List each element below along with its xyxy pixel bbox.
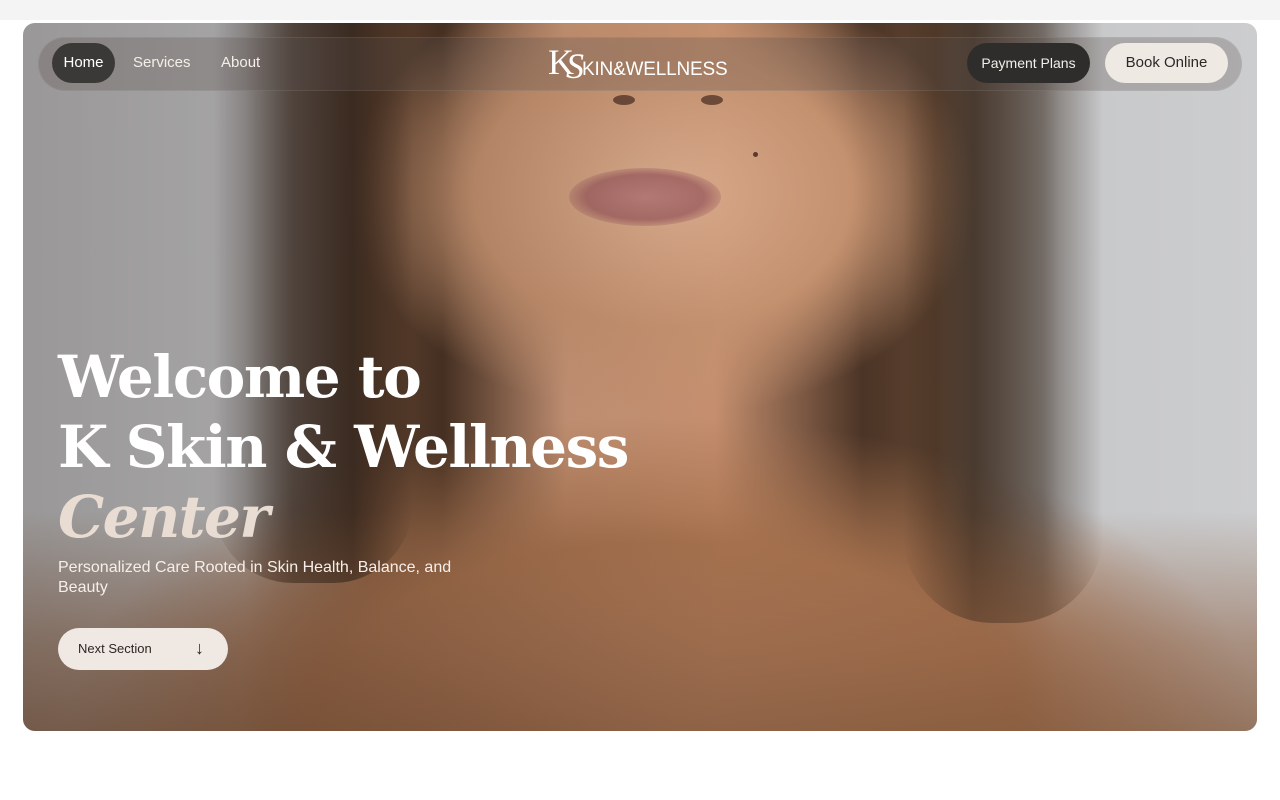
logo-monogram-s: S bbox=[566, 46, 584, 86]
nav-about-link[interactable]: About bbox=[221, 43, 260, 83]
hero-headline-accent: Center bbox=[58, 483, 270, 551]
arrow-down-icon: ↓ bbox=[195, 638, 204, 658]
nav-home-link[interactable]: Home bbox=[52, 43, 115, 83]
hero-headline-line: Welcome to bbox=[58, 343, 422, 411]
next-section-button[interactable]: Next Section ↓ bbox=[58, 628, 228, 670]
site-logo[interactable]: KS KIN&WELLNESS bbox=[548, 42, 738, 86]
logo-monogram: KS bbox=[548, 42, 584, 86]
hero-headline-line: K Skin & Wellness bbox=[58, 413, 629, 481]
next-section-label: Next Section bbox=[78, 641, 152, 656]
hero-image-mole bbox=[753, 152, 758, 157]
top-strip bbox=[0, 0, 1280, 20]
payment-plans-button[interactable]: Payment Plans bbox=[967, 43, 1090, 83]
hero-headline: Welcome to K Skin & Wellness Center bbox=[58, 342, 629, 552]
book-online-button[interactable]: Book Online bbox=[1105, 43, 1228, 83]
hero-subtitle: Personalized Care Rooted in Skin Health,… bbox=[58, 559, 452, 596]
logo-wordmark: KIN&WELLNESS bbox=[582, 59, 728, 80]
logo-monogram-k: K bbox=[548, 42, 574, 82]
nav-services-link[interactable]: Services bbox=[133, 43, 191, 83]
